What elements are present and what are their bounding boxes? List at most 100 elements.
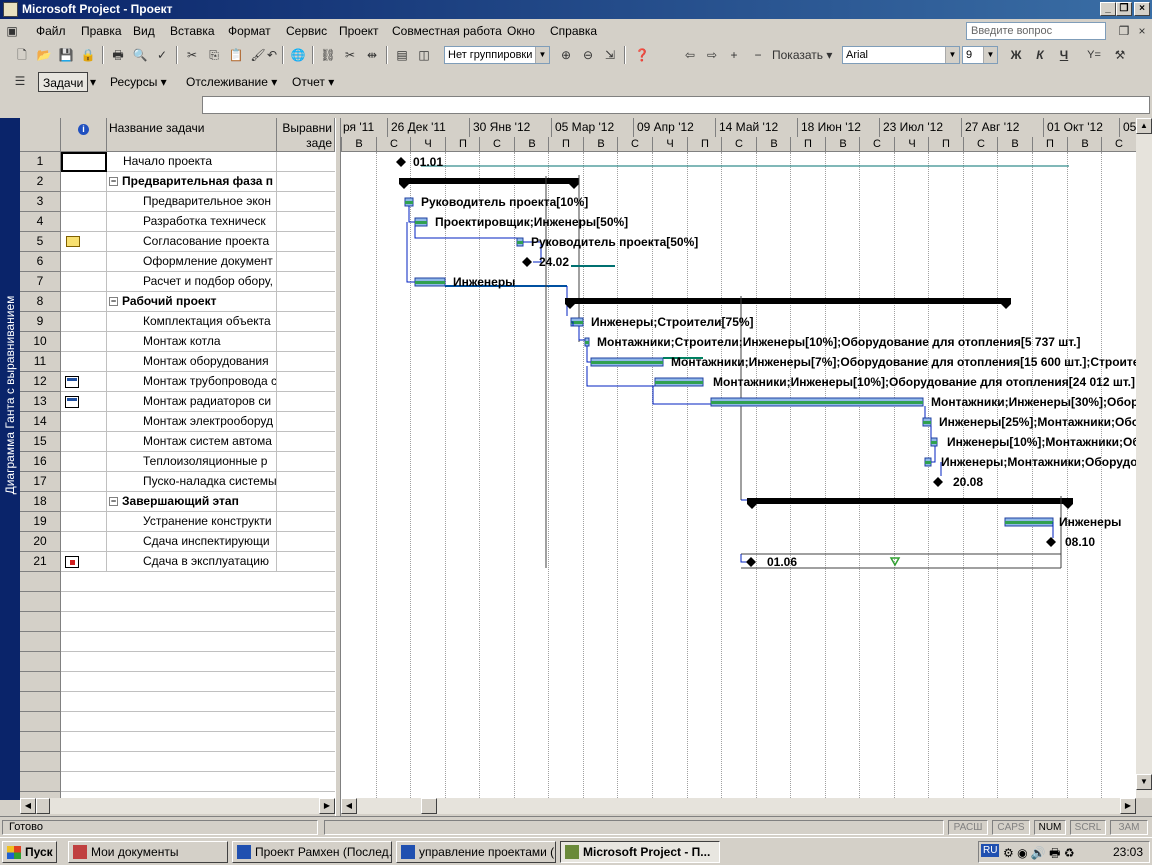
vertical-scrollbar[interactable]: ▲ ▼ — [1136, 118, 1152, 798]
leveling-delay-header[interactable]: Выравни заде — [277, 118, 335, 152]
row-number[interactable] — [20, 752, 61, 772]
table-row[interactable]: 20 Сдача инспектирующи — [20, 532, 335, 552]
empty-row[interactable] — [20, 652, 335, 672]
indicator-cell[interactable] — [61, 252, 107, 272]
row-number[interactable]: 13 — [20, 392, 61, 412]
collapse-icon[interactable]: − — [109, 297, 118, 307]
row-number[interactable]: 8 — [20, 292, 61, 312]
collapse-icon[interactable]: − — [109, 497, 118, 507]
constraint-icon[interactable] — [65, 556, 79, 568]
task-name-cell[interactable]: − Рабочий проект — [107, 292, 277, 312]
empty-row[interactable] — [20, 692, 335, 712]
leveling-delay-cell[interactable] — [277, 272, 335, 292]
table-row[interactable]: 15 Монтаж систем автома — [20, 432, 335, 452]
row-number[interactable] — [20, 612, 61, 632]
summary-cap[interactable] — [569, 184, 579, 189]
indicator-cell[interactable] — [61, 372, 107, 392]
scroll-thumb[interactable] — [421, 798, 437, 814]
leveling-delay-cell[interactable] — [277, 312, 335, 332]
minus-icon[interactable]: − — [748, 46, 768, 64]
progress-bar[interactable] — [591, 361, 663, 364]
chevron-down-icon[interactable]: ▼ — [945, 47, 959, 63]
indicator-cell[interactable] — [61, 412, 107, 432]
indicator-cell[interactable] — [61, 292, 107, 312]
indicator-cell[interactable] — [61, 152, 107, 172]
task-name-cell[interactable]: − Предварительная фаза п — [107, 172, 277, 192]
empty-row[interactable] — [20, 732, 335, 752]
row-number[interactable]: 1 — [20, 152, 61, 172]
scroll-to-task-icon[interactable]: ⇲ — [600, 46, 620, 64]
progress-bar[interactable] — [585, 341, 589, 344]
empty-row[interactable] — [20, 752, 335, 772]
summary-cap[interactable] — [399, 184, 409, 189]
table-row[interactable]: 8 − Рабочий проект — [20, 292, 335, 312]
indicator-cell[interactable] — [61, 552, 107, 572]
task-name-cell[interactable]: Монтаж котла — [107, 332, 277, 352]
scroll-up-arrow[interactable]: ▲ — [1136, 118, 1152, 134]
guide-icon[interactable]: ☰ — [10, 72, 30, 90]
scroll-down-arrow[interactable]: ▼ — [1136, 774, 1152, 790]
entry-bar-input[interactable] — [202, 96, 1150, 114]
show-button[interactable]: Показать ▾ — [772, 46, 834, 64]
leveling-delay-cell[interactable] — [277, 472, 335, 492]
menu-window[interactable]: Окно — [507, 24, 535, 38]
scroll-right-arrow[interactable]: ▶ — [1120, 798, 1136, 814]
row-number[interactable]: 7 — [20, 272, 61, 292]
indicator-cell[interactable] — [61, 432, 107, 452]
close-button[interactable]: × — [1134, 2, 1150, 16]
chevron-down-icon[interactable]: ▼ — [535, 47, 549, 63]
help-icon[interactable]: ❓ — [632, 46, 652, 64]
empty-row[interactable] — [20, 612, 335, 632]
spelling-icon[interactable]: ✓ — [152, 46, 172, 64]
calendar-icon[interactable] — [65, 396, 79, 408]
leveling-delay-cell[interactable] — [277, 172, 335, 192]
table-row[interactable]: 13 Монтаж радиаторов си — [20, 392, 335, 412]
row-number[interactable]: 2 — [20, 172, 61, 192]
permission-icon[interactable]: 🔒 — [78, 46, 98, 64]
row-number[interactable] — [20, 632, 61, 652]
table-row[interactable]: 17 Пуско-наладка системы — [20, 472, 335, 492]
empty-row[interactable] — [20, 672, 335, 692]
menu-edit[interactable]: Правка — [81, 24, 122, 38]
chevron-down-icon[interactable]: ▾ — [86, 72, 100, 92]
plus-icon[interactable]: + — [724, 46, 744, 64]
chevron-down-icon[interactable]: ▼ — [983, 47, 997, 63]
leveling-delay-cell[interactable] — [277, 492, 335, 512]
row-number[interactable]: 10 — [20, 332, 61, 352]
language-indicator[interactable]: RU — [981, 844, 1000, 857]
row-number[interactable]: 4 — [20, 212, 61, 232]
zoom-out-icon[interactable]: ⊖ — [578, 46, 598, 64]
doc-icon[interactable]: ▣ — [4, 22, 20, 40]
row-number[interactable]: 21 — [20, 552, 61, 572]
restore-button[interactable]: ❐ — [1116, 2, 1132, 16]
task-name-cell[interactable]: Сдача в эксплуатацию — [107, 552, 277, 572]
table-row[interactable]: 5 Согласование проекта — [20, 232, 335, 252]
leveling-delay-cell[interactable] — [277, 232, 335, 252]
task-name-cell[interactable]: Монтаж радиаторов си — [107, 392, 277, 412]
doc-restore-button[interactable]: ❐ — [1114, 22, 1134, 40]
row-number[interactable] — [20, 732, 61, 752]
gantt-chart[interactable]: ря '11 26 Дек '11 30 Янв '12 05 Мар '12 09 А… — [341, 118, 1136, 798]
row-number[interactable] — [20, 672, 61, 692]
summary-cap[interactable] — [1063, 504, 1073, 509]
font-size-combo[interactable]: 9 ▼ — [962, 46, 998, 64]
autofilter-icon[interactable]: ⚒ — [1110, 46, 1130, 64]
leveling-delay-cell[interactable] — [277, 152, 335, 172]
menu-file[interactable]: Файл — [36, 24, 66, 38]
row-number[interactable]: 9 — [20, 312, 61, 332]
indicators-header[interactable]: i — [61, 118, 107, 152]
row-number[interactable] — [20, 572, 61, 592]
split-task-icon[interactable]: ⇹ — [362, 46, 382, 64]
cut-icon[interactable]: ✂ — [182, 46, 202, 64]
task-name-cell[interactable]: Монтаж электрооборуд — [107, 412, 277, 432]
table-row[interactable]: 11 Монтаж оборудования — [20, 352, 335, 372]
menu-project[interactable]: Проект — [339, 24, 379, 38]
row-number[interactable]: 15 — [20, 432, 61, 452]
leveling-delay-cell[interactable] — [277, 432, 335, 452]
indicator-cell[interactable] — [61, 212, 107, 232]
collapse-icon[interactable]: − — [109, 177, 118, 187]
row-number[interactable] — [20, 772, 61, 792]
progress-bar[interactable] — [655, 381, 703, 384]
note-icon[interactable] — [66, 236, 80, 247]
row-number[interactable] — [20, 652, 61, 672]
